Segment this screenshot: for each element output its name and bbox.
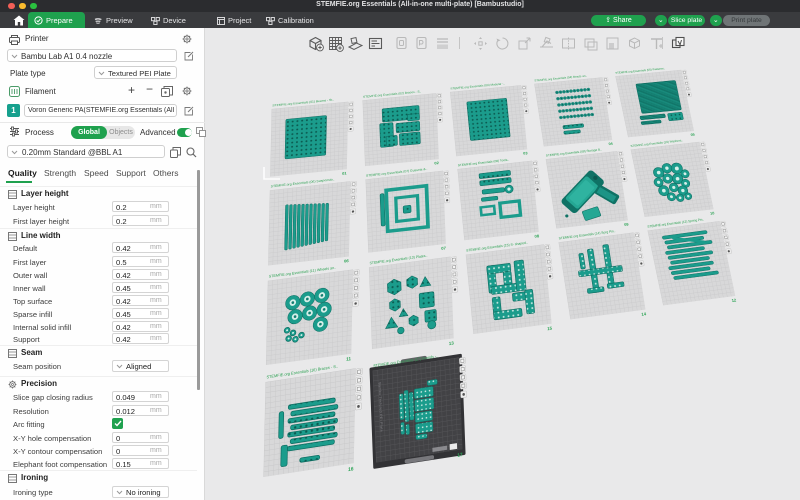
svg-text:11: 11 <box>346 356 351 362</box>
svg-text:14: 14 <box>641 311 647 317</box>
svg-text:13: 13 <box>449 340 455 346</box>
svg-text:01: 01 <box>342 171 348 176</box>
svg-text:09: 09 <box>624 222 630 227</box>
svg-text:16: 16 <box>348 466 354 473</box>
svg-text:04: 04 <box>608 142 613 146</box>
svg-text:15: 15 <box>547 325 553 331</box>
svg-text:12: 12 <box>731 297 737 303</box>
svg-text:Bambu Textured PEI Plate: Bambu Textured PEI Plate <box>378 382 384 432</box>
svg-text:02: 02 <box>434 161 439 165</box>
svg-text:17: 17 <box>457 452 463 459</box>
svg-text:05: 05 <box>690 133 695 137</box>
svg-text:10: 10 <box>710 211 715 215</box>
svg-text:07: 07 <box>441 245 447 250</box>
svg-text:03: 03 <box>523 151 528 155</box>
svg-text:06: 06 <box>344 258 350 263</box>
svg-text:08: 08 <box>534 233 540 238</box>
